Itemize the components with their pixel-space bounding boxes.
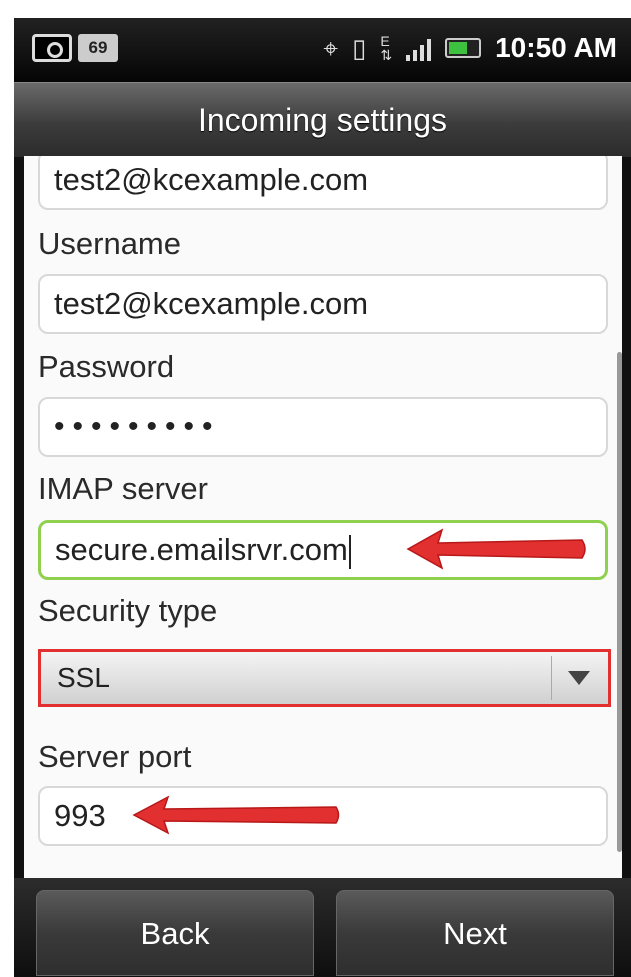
bottom-button-bar: Back Next xyxy=(14,878,631,977)
security-type-label: Security type xyxy=(38,593,218,628)
text-cursor xyxy=(348,534,351,569)
server-port-label: Server port xyxy=(38,739,192,774)
username-field[interactable]: test2@kcexample.com xyxy=(38,274,608,334)
security-type-value: SSL xyxy=(57,662,110,693)
phone-screen: 69 ⌖ ▯ E ⇅ 10:50 AM Incoming settings tes… xyxy=(14,18,631,977)
back-button[interactable]: Back xyxy=(36,890,314,976)
page-title: Incoming settings xyxy=(14,82,631,157)
chevron-down-icon[interactable] xyxy=(568,671,590,685)
camera-icon xyxy=(32,34,72,62)
signal-icon xyxy=(406,35,432,61)
status-bar: 69 ⌖ ▯ E ⇅ 10:50 AM xyxy=(14,18,631,82)
password-label: Password xyxy=(38,349,175,384)
password-field[interactable]: ••••••••• xyxy=(38,397,608,457)
select-divider xyxy=(551,656,552,700)
next-button[interactable]: Next xyxy=(336,890,614,976)
username-label: Username xyxy=(38,226,181,261)
imap-annotation-arrow-icon xyxy=(406,528,586,570)
battery-icon xyxy=(445,38,482,58)
gps-icon: ⌖ xyxy=(323,33,339,63)
notification-count-badge: 69 xyxy=(78,34,118,62)
clock: 10:50 AM xyxy=(495,32,617,63)
settings-form[interactable]: test2@kcexample.com Username test2@kcexa… xyxy=(24,156,622,878)
vibrate-icon: ▯ xyxy=(352,33,367,63)
data-ev-icon: E ⇅ xyxy=(380,33,393,63)
email-field[interactable]: test2@kcexample.com xyxy=(38,156,608,210)
imap-server-label: IMAP server xyxy=(38,471,208,506)
port-annotation-arrow-icon xyxy=(132,795,340,835)
scrollbar[interactable] xyxy=(617,352,622,852)
security-type-select[interactable]: SSL xyxy=(38,649,611,707)
imap-server-value: secure.emailsrvr.com xyxy=(55,532,348,567)
